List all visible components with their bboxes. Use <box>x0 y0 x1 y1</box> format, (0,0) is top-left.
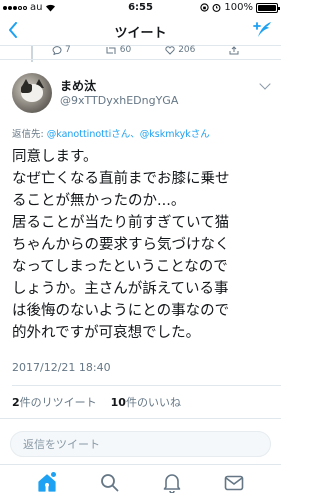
divider <box>0 59 281 60</box>
tweet-text-line: は後悔のないようにとの事なので <box>12 303 230 319</box>
reply-input[interactable] <box>11 432 270 456</box>
home-tab[interactable] <box>36 471 58 494</box>
chevron-down-icon[interactable] <box>259 78 271 90</box>
reply-box[interactable] <box>10 431 271 457</box>
previous-tweet-actions: 7 60 206 <box>52 44 261 56</box>
search-icon <box>100 474 119 492</box>
prev-retweet-count: 60 <box>119 45 132 55</box>
prev-retweet-action[interactable]: 60 <box>105 44 131 56</box>
messages-tab[interactable] <box>223 472 245 494</box>
tweet-text-line: 的外れですが可哀想でした。 <box>12 325 201 341</box>
reply-to-separator: 、 <box>130 129 140 140</box>
prev-reply-action[interactable]: 7 <box>52 44 71 56</box>
prev-reply-count: 7 <box>65 45 71 55</box>
prev-share-action[interactable] <box>229 44 239 56</box>
tweet-text-line: 居ることが当たり前すぎていて猫 <box>12 215 230 231</box>
reply-icon <box>52 45 62 55</box>
retweets-number: 2 <box>12 396 20 409</box>
search-tab[interactable] <box>98 472 120 494</box>
page-title: ツイート <box>114 26 167 41</box>
tweet-text-line: なってしまったということなので <box>12 259 228 275</box>
user-handle[interactable]: @9xTTDyxhEDngYGA <box>60 94 178 107</box>
divider <box>12 385 281 386</box>
battery-icon <box>256 2 280 13</box>
status-right: 100% <box>200 2 280 13</box>
status-bar: au 6:55 100% <box>0 0 281 16</box>
compose-tweet-icon[interactable] <box>251 20 271 40</box>
reply-to-prefix: 返信先: <box>12 129 47 140</box>
tweet-text-line: なぜ亡くなる直前までお膝に乗せ <box>12 171 230 187</box>
retweets-stat[interactable]: 2件のリツイート <box>12 394 97 410</box>
reply-to-line: 返信先: @kanottinottiさん、@kskmkykさん <box>12 126 210 140</box>
tweet-timestamp: 2017/12/21 18:40 <box>12 361 111 374</box>
tweet-text: 同意します。 なぜ亡くなる直前までお膝に乗せ ることが無かったのか...。 居る… <box>12 146 274 344</box>
likes-label: 件のいいね <box>125 396 181 409</box>
avatar[interactable] <box>12 73 52 113</box>
reply-to-mention-1[interactable]: @kanottinottiさん <box>47 129 131 140</box>
heart-icon <box>165 45 175 55</box>
rotation-lock-icon <box>200 3 210 12</box>
nav-bar: ツイート <box>0 16 281 46</box>
tweet-stats: 2件のリツイート 10件のいいね <box>12 394 181 410</box>
likes-stat[interactable]: 10件のいいね <box>111 394 181 410</box>
notifications-tab[interactable] <box>161 472 183 494</box>
share-icon <box>229 45 239 54</box>
battery-percent: 100% <box>224 2 253 13</box>
tweet-text-line: ることが無かったのか...。 <box>12 193 186 209</box>
tweet-text-line: ちゃんからの要求すら気づけなく <box>12 237 230 253</box>
prev-like-action[interactable]: 206 <box>165 44 195 56</box>
retweet-icon <box>106 46 116 54</box>
messages-icon <box>224 475 244 490</box>
tweet-text-line: しょうか。主さんが訴えている事 <box>12 281 229 297</box>
tweet-text-line: 同意します。 <box>12 149 98 165</box>
notifications-icon <box>163 473 180 493</box>
alarm-icon <box>212 3 221 12</box>
home-notification-dot <box>51 471 57 477</box>
reply-to-mention-2[interactable]: @kskmkykさん <box>140 129 210 140</box>
retweets-label: 件のリツイート <box>19 396 97 409</box>
user-name[interactable]: まめ汰 <box>60 77 96 94</box>
divider <box>0 418 281 419</box>
likes-number: 10 <box>110 396 126 409</box>
tab-bar <box>0 464 281 500</box>
prev-like-count: 206 <box>178 45 196 55</box>
